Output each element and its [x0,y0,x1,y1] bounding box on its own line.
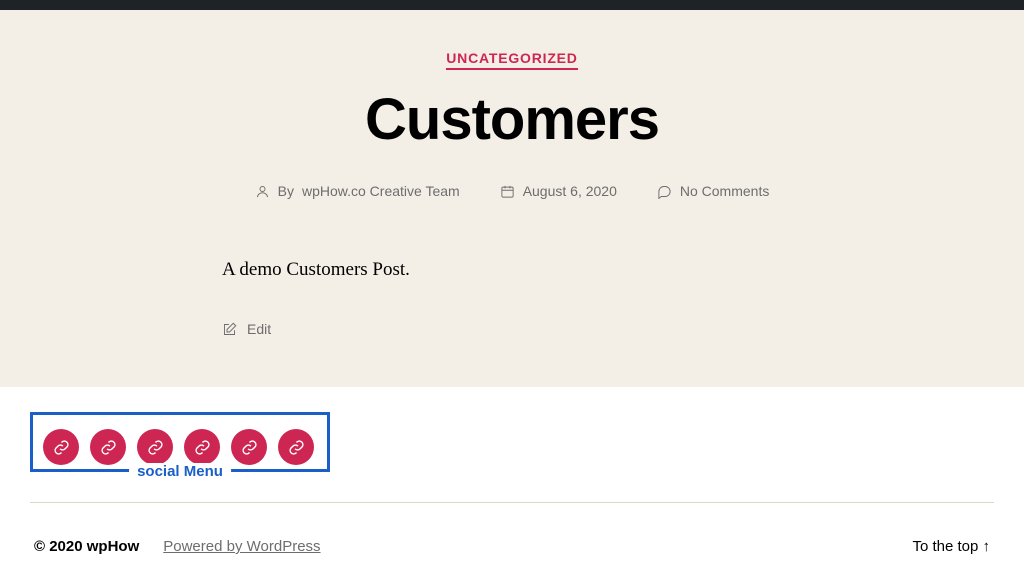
post-body: A demo Customers Post. Edit [222,259,802,337]
social-menu-label: social Menu [129,463,231,480]
link-icon [53,439,70,456]
comment-icon [657,184,672,199]
admin-bar [0,0,1024,10]
post-title: Customers [30,86,994,153]
site-footer: © 2020 wpHow Powered by WordPress To the… [0,513,1024,580]
social-link-5[interactable] [231,429,267,465]
social-section: social Menu [0,387,1024,513]
edit-label: Edit [247,321,271,337]
social-link-1[interactable] [43,429,79,465]
to-top-link[interactable]: To the top ↑ [912,538,990,555]
comments-link[interactable]: No Comments [680,183,769,199]
social-menu-box: social Menu [30,412,330,472]
social-link-2[interactable] [90,429,126,465]
footer-left: © 2020 wpHow Powered by WordPress [34,538,321,555]
calendar-icon [500,184,515,199]
link-icon [194,439,211,456]
social-link-3[interactable] [137,429,173,465]
category-link[interactable]: UNCATEGORIZED [446,50,577,70]
post-meta: By wpHow.co Creative Team August 6, 2020… [30,183,994,199]
edit-icon [222,322,237,337]
date-link[interactable]: August 6, 2020 [523,183,617,199]
link-icon [241,439,258,456]
copyright-text: © 2020 wpHow [34,538,139,555]
post-content: A demo Customers Post. [222,259,802,281]
post-category: UNCATEGORIZED [30,50,994,68]
link-icon [100,439,117,456]
user-icon [255,184,270,199]
edit-link[interactable]: Edit [222,321,802,337]
social-link-4[interactable] [184,429,220,465]
content-area: UNCATEGORIZED Customers By wpHow.co Crea… [0,10,1024,387]
post-date-meta: August 6, 2020 [500,183,617,199]
link-icon [147,439,164,456]
author-by: By [278,183,294,199]
footer-divider [30,502,994,503]
powered-by-link[interactable]: Powered by WordPress [163,538,320,555]
post-author-meta: By wpHow.co Creative Team [255,183,460,199]
social-link-6[interactable] [278,429,314,465]
post-comments-meta: No Comments [657,183,769,199]
social-icons [43,429,317,465]
author-link[interactable]: wpHow.co Creative Team [302,183,460,199]
link-icon [288,439,305,456]
